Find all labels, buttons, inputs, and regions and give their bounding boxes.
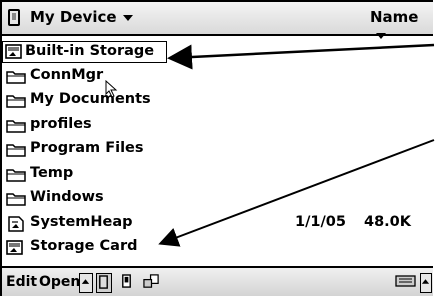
keyboard-button[interactable] (395, 273, 417, 293)
file-size: 48.0K (364, 214, 412, 230)
list-item-windows[interactable]: Windows (2, 187, 433, 211)
folder-icon (6, 144, 26, 157)
device-view-button[interactable] (96, 273, 112, 293)
chevron-down-icon (376, 32, 386, 39)
location-bar: My Device Name (2, 2, 433, 39)
list-item-built-in-storage[interactable]: Built-in Storage (2, 41, 167, 63)
file-name: My Documents (30, 91, 151, 107)
file-name: profiles (30, 116, 92, 132)
caret-up-icon (81, 279, 90, 284)
list-item-connmgr[interactable]: ConnMgr (2, 65, 433, 89)
keyboard-icon (395, 275, 416, 287)
list-item-my-documents[interactable]: My Documents (2, 89, 433, 113)
location-dropdown[interactable]: My Device (30, 8, 133, 26)
file-date: 1/1/05 (295, 214, 346, 230)
storage-view-button[interactable] (120, 273, 136, 293)
device-icon (8, 9, 20, 26)
storage-card-icon (6, 240, 23, 255)
file-name: Built-in Storage (25, 43, 155, 59)
file-name: ConnMgr (30, 67, 104, 83)
file-name: Storage Card (30, 238, 138, 254)
folder-icon (6, 71, 26, 84)
list-item-storage-card[interactable]: Storage Card (2, 236, 433, 260)
list-item-profiles[interactable]: profiles (2, 114, 433, 138)
menu-bar: Edit Open (2, 266, 433, 296)
list-item-program-files[interactable]: Program Files (2, 138, 433, 162)
list-item-systemheap[interactable]: SystemHeap 1/1/05 48.0K (2, 212, 433, 236)
folder-icon (6, 95, 26, 108)
folder-icon (6, 169, 26, 182)
file-name: Windows (30, 189, 104, 205)
chevron-down-icon (122, 14, 133, 21)
network-view-button[interactable] (142, 273, 162, 293)
storage-card-icon (5, 44, 22, 59)
edit-menu[interactable]: Edit (6, 274, 37, 290)
location-label: My Device (30, 8, 117, 26)
caret-up-icon (421, 279, 430, 284)
folder-icon (6, 193, 26, 206)
file-icon (8, 216, 24, 232)
file-name: Temp (30, 165, 74, 181)
file-name: SystemHeap (30, 214, 133, 230)
mouse-pointer-icon (105, 80, 118, 98)
folder-icon (6, 120, 26, 133)
device-icon (99, 275, 108, 289)
list-item-temp[interactable]: Temp (2, 163, 433, 187)
input-panel-arrow-button[interactable] (420, 273, 432, 293)
file-name: Program Files (30, 140, 144, 156)
open-menu[interactable]: Open (39, 274, 80, 290)
memory-card-icon (122, 274, 131, 288)
network-share-icon (143, 274, 159, 288)
sort-label: Name (370, 8, 419, 26)
sort-dropdown[interactable]: Name (370, 8, 433, 44)
up-arrow-button[interactable] (79, 273, 93, 293)
